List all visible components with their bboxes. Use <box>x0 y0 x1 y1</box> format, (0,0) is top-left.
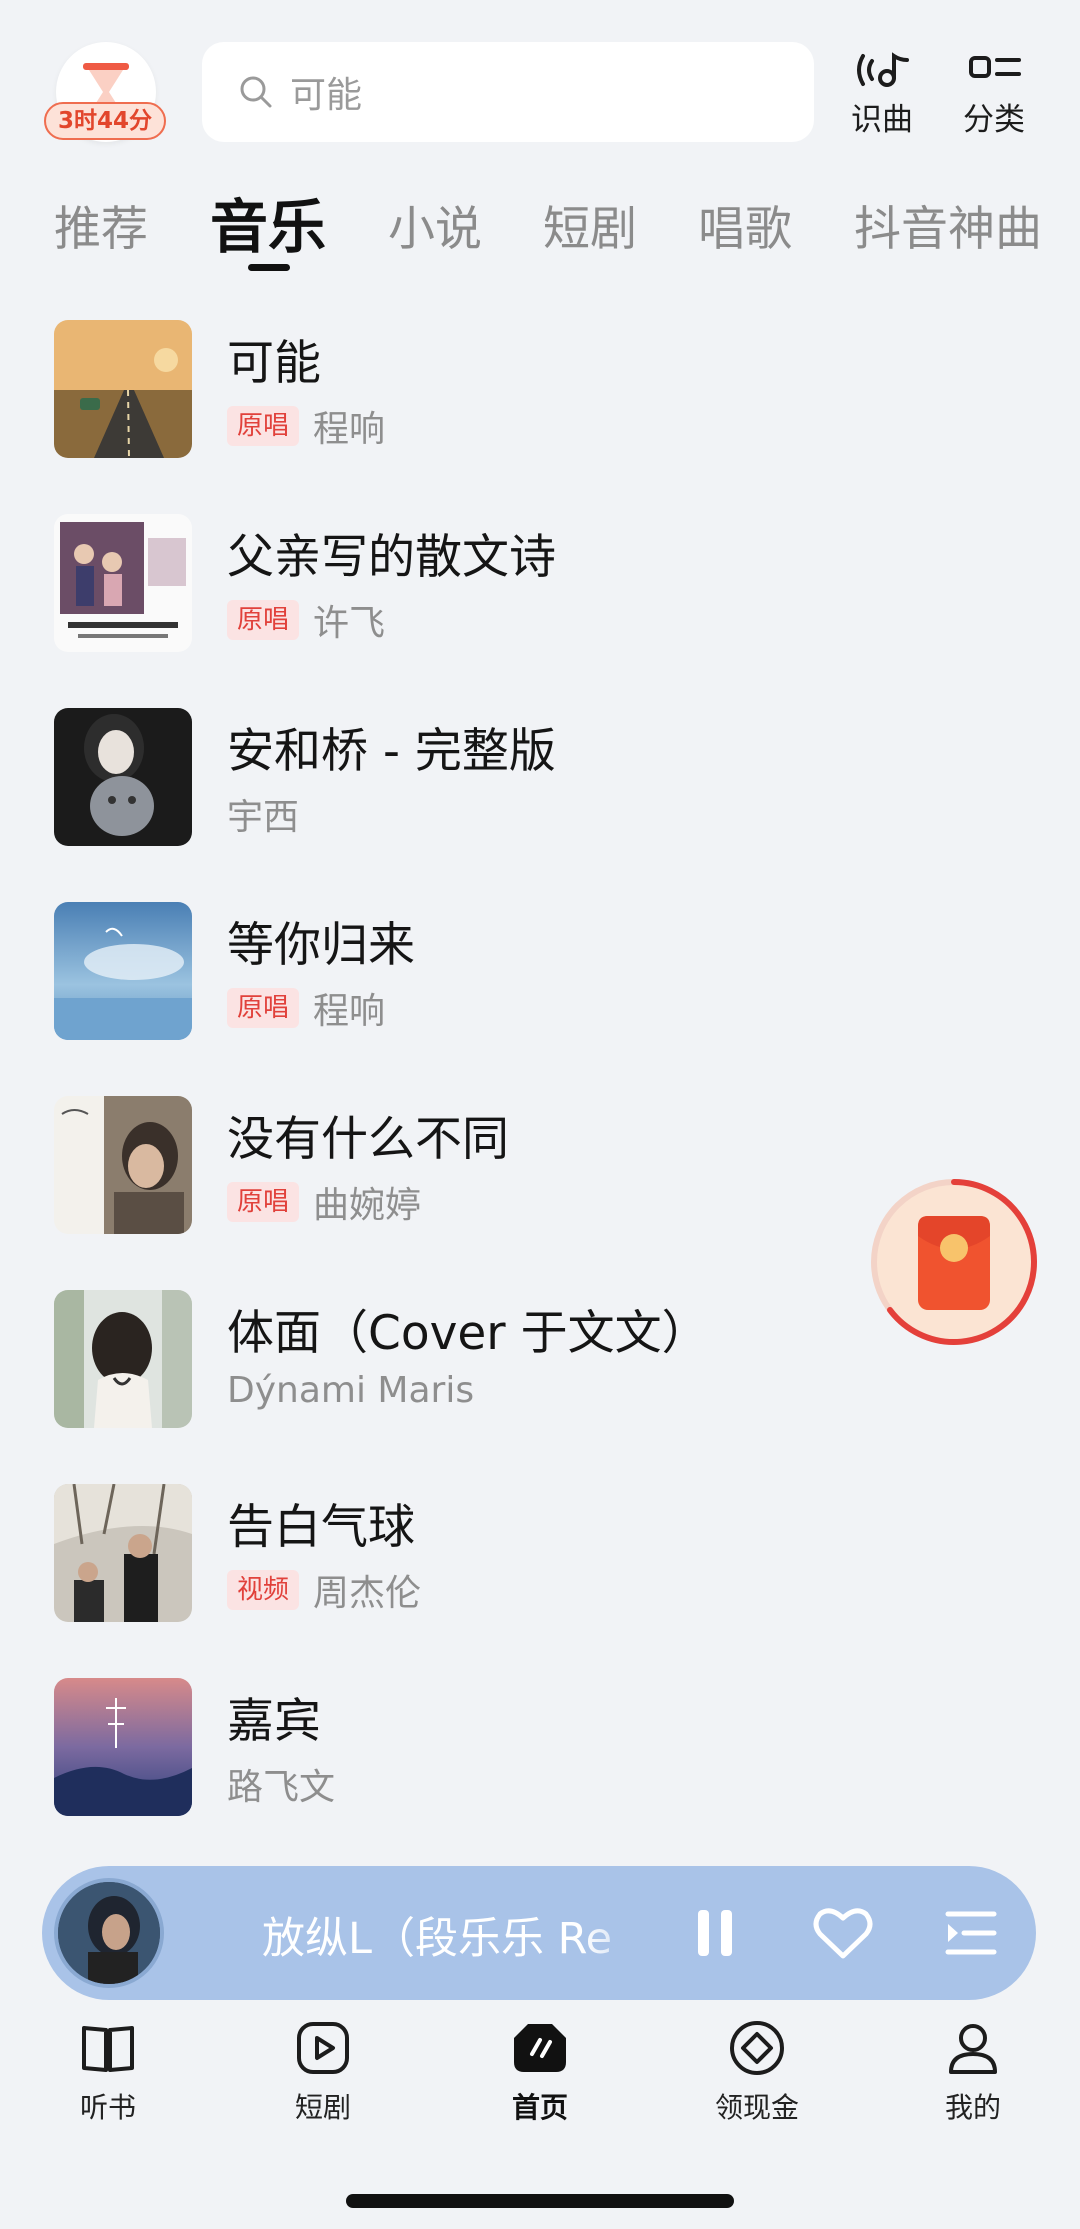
song-meta: 视频 周杰伦 <box>227 1564 421 1616</box>
search-icon <box>240 76 272 108</box>
album-cover <box>54 1484 192 1622</box>
album-cover <box>54 1290 192 1428</box>
song-meta: 原唱 许飞 <box>227 594 385 646</box>
tab-novel[interactable]: 小说 <box>388 190 482 259</box>
original-tag: 原唱 <box>227 988 300 1028</box>
timer-badge: 3时44分 <box>44 102 166 140</box>
song-artist: 程响 <box>313 991 386 1032</box>
song-item[interactable]: 等你归来 原唱 程响 <box>0 902 1080 1042</box>
bottom-navigation: 听书 短剧 首页 领现金 我的 <box>0 2004 1080 2229</box>
playlist-button[interactable] <box>938 1900 1004 1966</box>
pause-icon <box>698 1910 732 1956</box>
song-item[interactable]: 父亲写的散文诗 原唱 许飞 <box>0 514 1080 654</box>
song-meta: Dýnami Maris <box>227 1370 474 1411</box>
song-title: 没有什么不同 <box>227 1112 509 1167</box>
nav-home[interactable]: 首页 <box>470 2018 610 2138</box>
tab-music[interactable]: 音乐 <box>210 180 326 264</box>
song-meta: 宇西 <box>227 788 299 840</box>
red-envelope-reward-button[interactable] <box>870 1178 1038 1346</box>
album-cover <box>54 514 192 652</box>
song-artist: Dýnami Maris <box>227 1370 475 1411</box>
original-tag: 原唱 <box>227 406 300 446</box>
search-placeholder: 可能 <box>290 75 363 116</box>
active-tab-indicator <box>248 264 290 271</box>
nav-short-drama[interactable]: 短剧 <box>253 2018 393 2138</box>
song-artist: 曲婉婷 <box>313 1185 422 1226</box>
home-icon <box>514 2024 566 2072</box>
now-playing-cover[interactable] <box>54 1878 164 1988</box>
song-item[interactable]: 嘉宾 路飞文 <box>0 1678 1080 1818</box>
original-tag: 原唱 <box>227 1182 300 1222</box>
music-recognition-button[interactable]: 识曲 <box>832 50 932 140</box>
music-recognition-icon <box>857 52 909 87</box>
song-artist: 宇西 <box>227 797 300 838</box>
tab-sing[interactable]: 唱歌 <box>698 190 792 259</box>
home-indicator <box>346 2194 734 2208</box>
song-title: 嘉宾 <box>227 1694 321 1749</box>
playlist-icon <box>945 1911 997 1955</box>
song-meta: 原唱 曲婉婷 <box>227 1176 421 1228</box>
album-cover <box>54 902 192 1040</box>
nav-profile[interactable]: 我的 <box>903 2018 1043 2138</box>
search-bar[interactable]: 可能 <box>202 42 814 142</box>
song-title: 安和桥 - 完整版 <box>227 724 556 779</box>
book-icon <box>82 2026 134 2072</box>
category-tabs: 推荐 音乐 小说 短剧 唱歌 抖音神曲 <box>0 180 1080 280</box>
category-button[interactable]: 分类 <box>944 50 1044 140</box>
song-item[interactable]: 告白气球 视频 周杰伦 <box>0 1484 1080 1624</box>
song-artist: 路飞文 <box>227 1767 336 1808</box>
album-cover <box>54 320 192 458</box>
tab-short-drama[interactable]: 短剧 <box>543 190 637 259</box>
song-meta: 原唱 程响 <box>227 400 385 452</box>
song-meta: 原唱 程响 <box>227 982 385 1034</box>
now-playing-title: 放纵L（段乐乐 Re <box>262 1914 613 1964</box>
song-title: 告白气球 <box>227 1500 415 1555</box>
album-cover <box>54 1678 192 1816</box>
video-tag: 视频 <box>227 1570 300 1610</box>
category-icon <box>969 56 1021 78</box>
song-title: 可能 <box>227 336 321 391</box>
song-artist: 许飞 <box>313 603 386 644</box>
song-artist: 周杰伦 <box>313 1573 422 1614</box>
pause-button[interactable] <box>682 1900 748 1966</box>
tab-douyin-hits[interactable]: 抖音神曲 <box>854 190 1042 259</box>
tab-recommend[interactable]: 推荐 <box>54 190 148 259</box>
play-icon <box>297 2022 349 2074</box>
top-bar: 3时44分 可能 识曲 分类 <box>0 0 1080 170</box>
nav-audiobook[interactable]: 听书 <box>38 2018 178 2138</box>
song-artist: 程响 <box>313 409 386 450</box>
cash-icon <box>730 2021 784 2075</box>
favorite-button[interactable] <box>810 1900 876 1966</box>
red-envelope-icon <box>918 1216 990 1310</box>
song-item[interactable]: 可能 原唱 程响 <box>0 320 1080 460</box>
album-cover <box>54 708 192 846</box>
sleep-timer[interactable]: 3时44分 <box>44 42 166 146</box>
original-tag: 原唱 <box>227 600 300 640</box>
song-meta: 路飞文 <box>227 1758 335 1810</box>
song-title: 等你归来 <box>227 918 415 973</box>
song-item[interactable]: 安和桥 - 完整版 宇西 <box>0 708 1080 848</box>
profile-icon <box>949 2024 997 2074</box>
song-title: 体面（Cover 于文文） <box>227 1306 709 1361</box>
song-title: 父亲写的散文诗 <box>227 530 556 585</box>
nav-earn-cash[interactable]: 领现金 <box>687 2018 827 2138</box>
album-cover <box>54 1096 192 1234</box>
mini-player[interactable]: 放纵L（段乐乐 Re <box>42 1866 1036 2000</box>
heart-icon <box>813 1908 873 1959</box>
